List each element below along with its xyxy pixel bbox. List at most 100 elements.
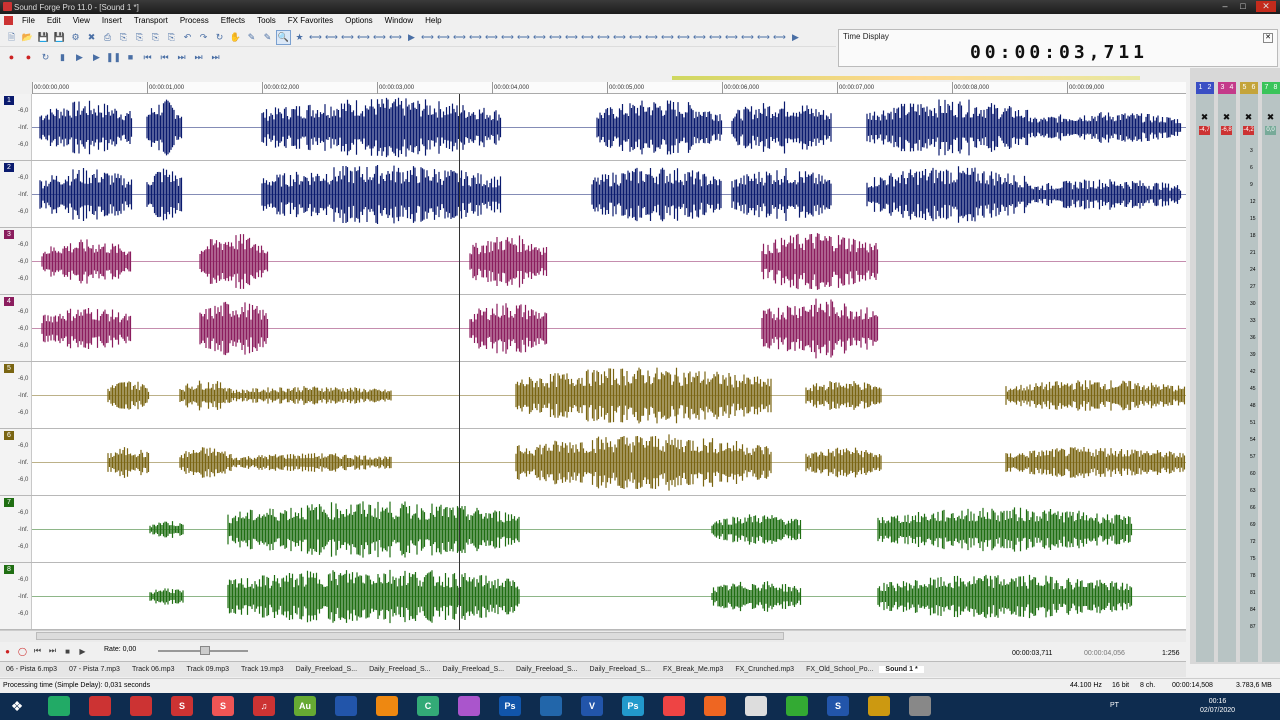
- menu-effects[interactable]: Effects: [215, 14, 251, 28]
- taskbar-app-icon[interactable]: V: [581, 696, 603, 716]
- tray-clock[interactable]: 00:16 02/07/2020: [1200, 697, 1235, 715]
- toolbar-tool-icon[interactable]: ⟷: [548, 30, 563, 45]
- toolbar-tool-icon[interactable]: 🗎: [4, 30, 19, 45]
- track-number[interactable]: 5: [4, 364, 14, 373]
- taskbar-app-icon[interactable]: S: [212, 696, 234, 716]
- transport-tool-icon[interactable]: ●: [21, 50, 36, 65]
- toolbar-tool-icon[interactable]: ⟷: [388, 30, 403, 45]
- toolbar-tool-icon[interactable]: ▶: [404, 30, 419, 45]
- track-number[interactable]: 1: [4, 96, 14, 105]
- waveform[interactable]: [32, 228, 1186, 294]
- taskbar-app-icon[interactable]: Ps: [622, 696, 644, 716]
- go-start-icon[interactable]: ⏮: [30, 644, 45, 658]
- loop-record-icon[interactable]: ◯: [15, 644, 30, 658]
- rate-slider-handle[interactable]: [200, 646, 210, 655]
- meter-reset-icon[interactable]: ✖: [1199, 112, 1210, 123]
- document-tab[interactable]: Track 06.mp3: [126, 666, 181, 673]
- toolbar-tool-icon[interactable]: 📂: [20, 30, 35, 45]
- toolbar-tool-icon[interactable]: ⟷: [484, 30, 499, 45]
- toolbar-tool-icon[interactable]: ⟷: [308, 30, 323, 45]
- tracks-area[interactable]: 1 -6,0 -Inf. -6,0 2 -6,0 -Inf. -6,0 3 -6,0 -6,0 -6,…: [0, 94, 1186, 630]
- toolbar-tool-icon[interactable]: ⟷: [772, 30, 787, 45]
- toolbar-tool-icon[interactable]: ⟷: [324, 30, 339, 45]
- toolbar-tool-icon[interactable]: 💾: [52, 30, 67, 45]
- waveform[interactable]: [32, 429, 1186, 495]
- menu-tools[interactable]: Tools: [251, 14, 282, 28]
- document-tab[interactable]: 07 - Pista 7.mp3: [63, 666, 126, 673]
- taskbar-app-icon[interactable]: S: [171, 696, 193, 716]
- document-tab[interactable]: Daily_Freeload_S...: [437, 666, 510, 673]
- toolbar-tool-icon[interactable]: ⟷: [372, 30, 387, 45]
- meter-peak[interactable]: -4,2: [1243, 126, 1254, 135]
- waveform[interactable]: [32, 94, 1186, 160]
- track-row[interactable]: 3 -6,0 -6,0 -6,0: [0, 228, 1186, 295]
- track-row[interactable]: 6 -6,0 -Inf. -6,0: [0, 429, 1186, 496]
- toolbar-tool-icon[interactable]: ★: [292, 30, 307, 45]
- waveform[interactable]: [32, 563, 1186, 629]
- stop-icon[interactable]: ■: [60, 644, 75, 658]
- toolbar-tool-icon[interactable]: ✋: [228, 30, 243, 45]
- menu-help[interactable]: Help: [419, 14, 447, 28]
- transport-tool-icon[interactable]: ⏭: [191, 50, 206, 65]
- toolbar-tool-icon[interactable]: ⎘: [164, 30, 179, 45]
- taskbar-app-icon[interactable]: [130, 696, 152, 716]
- document-tab[interactable]: Track 19.mp3: [235, 666, 290, 673]
- document-tab[interactable]: FX_Break_Me.mp3: [657, 666, 729, 673]
- toolbar-tool-icon[interactable]: ⟷: [676, 30, 691, 45]
- document-tab[interactable]: Daily_Freeload_S...: [363, 666, 436, 673]
- taskbar-app-icon[interactable]: [540, 696, 562, 716]
- toolbar-tool-icon[interactable]: ⎘: [116, 30, 131, 45]
- record-icon[interactable]: ●: [0, 644, 15, 658]
- toolbar-tool-icon[interactable]: ⟷: [500, 30, 515, 45]
- document-tab[interactable]: FX_Crunched.mp3: [729, 666, 800, 673]
- toolbar-tool-icon[interactable]: ⟷: [612, 30, 627, 45]
- app-icon[interactable]: [3, 2, 12, 11]
- toolbar-tool-icon[interactable]: ⟷: [596, 30, 611, 45]
- transport-tool-icon[interactable]: ▶: [89, 50, 104, 65]
- toolbar-tool-icon[interactable]: ⟷: [516, 30, 531, 45]
- toolbar-tool-icon[interactable]: ⎙: [100, 30, 115, 45]
- taskbar-app-icon[interactable]: [89, 696, 111, 716]
- taskbar-app-icon[interactable]: [458, 696, 480, 716]
- toolbar-tool-icon[interactable]: ⟷: [692, 30, 707, 45]
- menu-process[interactable]: Process: [174, 14, 215, 28]
- toolbar-tool-icon[interactable]: ⟷: [724, 30, 739, 45]
- taskbar-app-icon[interactable]: Au: [294, 696, 316, 716]
- toolbar-tool-icon[interactable]: ⟷: [436, 30, 451, 45]
- transport-tool-icon[interactable]: ▮: [55, 50, 70, 65]
- toolbar-tool-icon[interactable]: ⟷: [468, 30, 483, 45]
- toolbar-tool-icon[interactable]: ⟷: [420, 30, 435, 45]
- track-number[interactable]: 6: [4, 431, 14, 440]
- toolbar-tool-icon[interactable]: ⚙: [68, 30, 83, 45]
- toolbar-tool-icon[interactable]: ⟷: [580, 30, 595, 45]
- menu-edit[interactable]: Edit: [41, 14, 67, 28]
- toolbar-tool-icon[interactable]: ⟷: [452, 30, 467, 45]
- meter-peak[interactable]: -6,8: [1221, 126, 1232, 135]
- transport-tool-icon[interactable]: ⏮: [157, 50, 172, 65]
- toolbar-tool-icon[interactable]: ↻: [212, 30, 227, 45]
- toolbar-tool-icon[interactable]: ⟷: [532, 30, 547, 45]
- toolbar-tool-icon[interactable]: ⟷: [356, 30, 371, 45]
- time-ruler[interactable]: 00:00:00,000 00:00:01,000 00:00:02,000 00:0…: [32, 82, 1186, 94]
- track-number[interactable]: 8: [4, 565, 14, 574]
- taskbar-app-icon[interactable]: ♫: [253, 696, 275, 716]
- toolbar-tool-icon[interactable]: ⟷: [756, 30, 771, 45]
- waveform[interactable]: [32, 496, 1186, 562]
- waveform[interactable]: [32, 362, 1186, 428]
- toolbar-tool-icon[interactable]: ⟷: [340, 30, 355, 45]
- taskbar-app-icon[interactable]: [335, 696, 357, 716]
- meter-reset-icon[interactable]: ✖: [1221, 112, 1232, 123]
- toolbar-tool-icon[interactable]: ⟷: [660, 30, 675, 45]
- taskbar-app-icon[interactable]: [663, 696, 685, 716]
- toolbar-tool-icon[interactable]: ↶: [180, 30, 195, 45]
- track-number[interactable]: 3: [4, 230, 14, 239]
- taskbar-app-icon[interactable]: [376, 696, 398, 716]
- minimize-icon[interactable]: –: [1218, 1, 1232, 12]
- transport-tool-icon[interactable]: ⏭: [208, 50, 223, 65]
- document-tab[interactable]: Daily_Freeload_S...: [290, 666, 363, 673]
- toolbar-tool-icon[interactable]: 💾: [36, 30, 51, 45]
- document-tab[interactable]: Daily_Freeload_S...: [510, 666, 583, 673]
- toolbar-tool-icon[interactable]: ⟷: [628, 30, 643, 45]
- zoom-ratio[interactable]: 1:256: [1162, 650, 1180, 657]
- go-end-icon[interactable]: ⏭: [45, 644, 60, 658]
